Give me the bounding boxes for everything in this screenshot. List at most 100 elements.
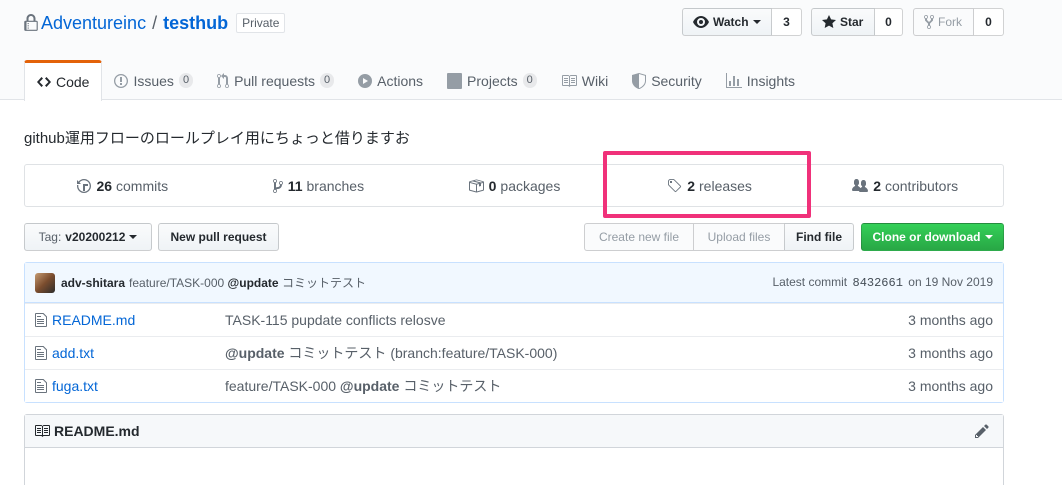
star-button[interactable]: Star	[811, 8, 875, 36]
latest-commit-label: Latest commit	[772, 275, 848, 289]
tab-label: Insights	[746, 72, 796, 89]
fork-count[interactable]: 0	[974, 8, 1004, 36]
chevron-down-icon	[752, 20, 761, 24]
file-row: README.md TASK-115 pupdate conflicts rel…	[25, 303, 1003, 336]
file-row: add.txt @update コミットテスト (branch:feature/…	[25, 336, 1003, 369]
file-commit-message[interactable]: @update コミットテスト (branch:feature/TASK-000…	[225, 343, 908, 363]
path-separator: /	[152, 12, 158, 33]
tab-label: Actions	[377, 72, 424, 89]
repo-nav-tabs: Code Issues 0 Pull requests 0 Actions Pr…	[24, 60, 807, 101]
watch-count[interactable]: 3	[772, 8, 802, 36]
releases-link[interactable]: 2 releases	[612, 165, 808, 206]
fork-icon	[924, 14, 934, 30]
commit-author[interactable]: adv-shitara	[61, 276, 125, 290]
watch-group: Watch 3	[682, 8, 802, 36]
file-name-link[interactable]: README.md	[35, 312, 225, 328]
tab-code[interactable]: Code	[24, 60, 103, 101]
projects-counter: 0	[522, 73, 537, 88]
fork-group: Fork 0	[913, 8, 1004, 36]
releases-count: 2	[687, 177, 696, 194]
issues-counter: 0	[178, 73, 194, 88]
file-icon	[35, 346, 47, 360]
commits-link[interactable]: 26 commits	[25, 165, 221, 206]
file-icon	[35, 313, 47, 327]
repo-owner-link[interactable]: Adventureinc	[41, 13, 146, 34]
book-icon	[561, 73, 577, 89]
commit-date: on 19 Nov 2019	[908, 275, 993, 289]
file-row: fuga.txt feature/TASK-000 @update コミットテス…	[25, 369, 1003, 402]
file-commit-message[interactable]: TASK-115 pupdate conflicts relosve	[225, 312, 908, 328]
tab-label: Security	[651, 72, 702, 89]
file-commit-message[interactable]: feature/TASK-000 @update コミットテスト	[225, 376, 908, 396]
upload-files-button[interactable]: Upload files	[693, 223, 785, 251]
fork-button[interactable]: Fork	[913, 8, 974, 36]
tab-projects[interactable]: Projects 0	[435, 60, 549, 101]
contributors-link[interactable]: 2 contributors	[807, 165, 1003, 206]
new-pull-request-button[interactable]: New pull request	[158, 223, 279, 251]
branches-count: 11	[287, 177, 303, 194]
project-icon	[447, 72, 463, 89]
star-icon	[822, 15, 836, 28]
star-count[interactable]: 0	[875, 8, 903, 36]
readme-panel: README.md	[24, 414, 1004, 485]
tab-security[interactable]: Security	[620, 60, 714, 101]
tag-selector-button[interactable]: Tag: v20200212	[24, 223, 152, 251]
pull-request-icon	[217, 72, 230, 89]
branches-link[interactable]: 11 branches	[221, 165, 417, 206]
numbers-summary: 26 commits 11 branches 0 packages 2 rele…	[24, 164, 1004, 207]
file-name: add.txt	[52, 345, 95, 361]
pull-requests-counter: 0	[320, 73, 335, 88]
tag-value: v20200212	[65, 230, 126, 244]
file-name-link[interactable]: fuga.txt	[35, 378, 225, 394]
file-commit-mention[interactable]: @update	[225, 345, 285, 361]
tab-pull-requests[interactable]: Pull requests 0	[205, 60, 346, 101]
lock-icon	[24, 14, 38, 31]
releases-label: releases	[699, 177, 752, 194]
tab-issues[interactable]: Issues 0	[102, 60, 205, 101]
find-file-button[interactable]: Find file	[784, 223, 854, 251]
branches-label: branches	[306, 177, 365, 194]
star-group: Star 0	[811, 8, 903, 36]
graph-icon	[725, 72, 742, 89]
tab-actions[interactable]: Actions	[346, 60, 435, 101]
file-commit-mention[interactable]: @update	[340, 378, 400, 394]
create-file-button[interactable]: Create new file	[584, 223, 694, 251]
commit-message-prefix: feature/TASK-000	[129, 276, 225, 290]
commit-message[interactable]: feature/TASK-000 @update コミットテスト	[129, 274, 366, 291]
tab-label: Pull requests	[234, 72, 315, 89]
private-badge: Private	[236, 13, 286, 33]
readme-header: README.md	[25, 415, 1003, 448]
play-icon	[358, 73, 373, 89]
commit-sha[interactable]: 8432661	[853, 276, 903, 290]
star-label: Star	[840, 15, 864, 29]
file-name: README.md	[52, 312, 136, 328]
commit-message-suffix: コミットテスト	[281, 276, 366, 290]
chevron-down-icon	[984, 235, 993, 239]
tag-icon	[668, 178, 682, 192]
pencil-icon[interactable]	[975, 423, 989, 439]
file-age: 3 months ago	[908, 312, 993, 328]
commit-mention[interactable]: @update	[228, 276, 279, 290]
clone-label: Clone or download	[872, 230, 981, 244]
tab-label: Issues	[133, 72, 174, 89]
file-browser: adv-shitara feature/TASK-000 @update コミッ…	[24, 262, 1004, 403]
file-commit-text: コミットテスト	[399, 378, 502, 394]
avatar[interactable]	[35, 272, 55, 293]
tab-wiki[interactable]: Wiki	[549, 60, 620, 101]
chevron-down-icon	[129, 235, 138, 239]
contributors-label: contributors	[884, 177, 959, 194]
repo-name-link[interactable]: testhub	[163, 13, 228, 34]
tab-label: Code	[56, 74, 90, 90]
shield-icon	[632, 72, 647, 89]
fork-label: Fork	[938, 15, 962, 29]
watch-button[interactable]: Watch	[682, 8, 772, 36]
branch-icon	[272, 178, 283, 193]
packages-link[interactable]: 0 packages	[416, 165, 612, 206]
commits-label: commits	[116, 177, 169, 194]
tab-label: Projects	[467, 72, 518, 89]
clone-download-button[interactable]: Clone or download	[861, 223, 1004, 251]
file-commit-text: feature/TASK-000	[225, 378, 340, 394]
contributors-count: 2	[873, 177, 881, 194]
tab-insights[interactable]: Insights	[714, 60, 807, 101]
file-name-link[interactable]: add.txt	[35, 345, 225, 361]
